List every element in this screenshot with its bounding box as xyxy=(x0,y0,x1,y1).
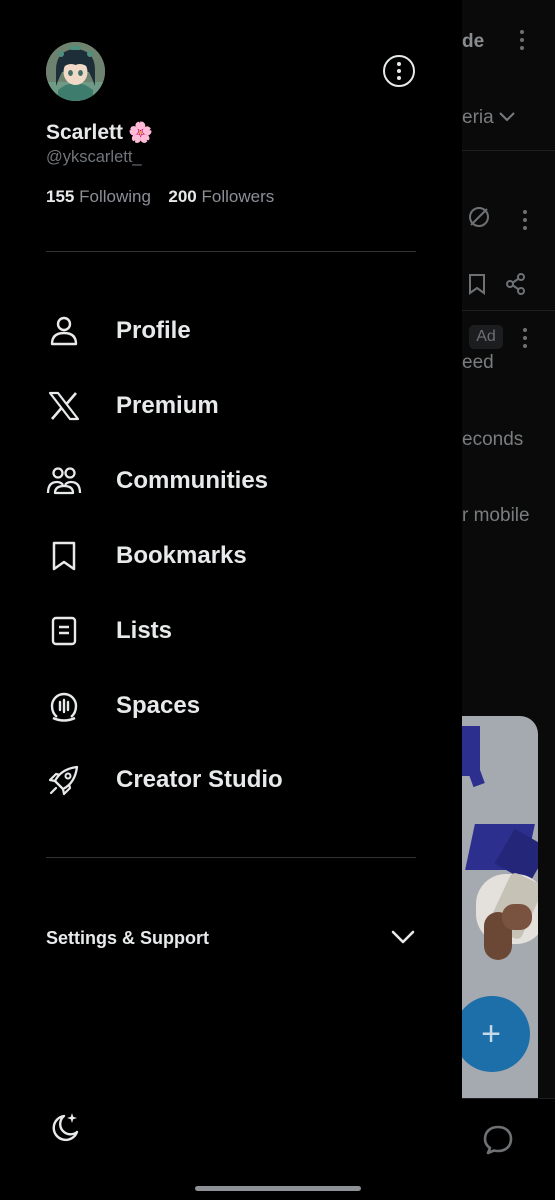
home-indicator[interactable] xyxy=(195,1186,361,1191)
account-options-icon[interactable] xyxy=(383,55,415,87)
rocket-icon xyxy=(46,762,82,798)
compose-button[interactable]: + xyxy=(454,996,532,1072)
avatar-image xyxy=(46,42,105,101)
menu-label-communities: Communities xyxy=(116,467,269,494)
following-label: Following xyxy=(79,187,151,206)
settings-support-label: Settings & Support xyxy=(46,927,209,948)
ad-badge: Ad xyxy=(469,325,503,349)
feed-overflow-icon xyxy=(519,30,525,54)
menu-item-premium[interactable]: Premium xyxy=(46,381,416,431)
feed-bottom-bar xyxy=(462,1098,555,1200)
menu-item-profile[interactable]: Profile xyxy=(46,306,416,356)
feed-line-3: r mobile xyxy=(462,505,530,526)
messages-icon[interactable] xyxy=(481,1123,515,1157)
feed-line-1: eed xyxy=(462,352,494,373)
x-logo-icon xyxy=(46,388,82,424)
following-link[interactable]: 155 Following xyxy=(46,187,156,206)
menu-label-creator-studio: Creator Studio xyxy=(116,766,283,793)
avatar[interactable] xyxy=(46,42,105,101)
followers-count: 200 xyxy=(168,187,197,206)
chevron-down-icon xyxy=(391,930,415,944)
followers-label: Followers xyxy=(201,187,275,206)
feed-line-2: econds xyxy=(462,429,524,450)
followers-link[interactable]: 200 Followers xyxy=(168,187,274,206)
menu-label-lists: Lists xyxy=(116,617,173,644)
menu-label-premium: Premium xyxy=(116,392,219,419)
feed-ad-overflow-icon xyxy=(522,328,528,352)
navigation-drawer: Scarlett 🌸 @ykscarlett_ 155 Following 20… xyxy=(0,0,462,1200)
following-count: 155 xyxy=(46,187,75,206)
menu-label-bookmarks: Bookmarks xyxy=(116,542,247,569)
feed-hide-icon xyxy=(469,207,489,227)
menu-label-profile: Profile xyxy=(116,317,191,344)
menu-item-creator-studio[interactable]: Creator Studio xyxy=(46,755,416,805)
list-icon xyxy=(46,613,82,649)
feed-chevron-down-icon xyxy=(499,112,515,122)
feed-dropdown-text: eria xyxy=(462,107,494,128)
divider-top xyxy=(46,251,416,252)
menu-item-lists[interactable]: Lists xyxy=(46,606,416,656)
feed-top-text: de xyxy=(462,31,485,52)
follow-stats: 155 Following 200 Followers xyxy=(46,187,274,207)
communities-icon xyxy=(46,463,82,499)
feed-post-overflow-icon xyxy=(522,210,528,234)
display-name-text: Scarlett xyxy=(46,120,124,144)
menu-item-bookmarks[interactable]: Bookmarks xyxy=(46,531,416,581)
cherry-blossom-emoji: 🌸 xyxy=(128,122,153,144)
display-name[interactable]: Scarlett 🌸 xyxy=(46,120,153,145)
plus-icon: + xyxy=(481,1015,501,1053)
bookmark-icon xyxy=(46,538,82,574)
spaces-icon xyxy=(46,688,82,724)
person-icon xyxy=(46,313,82,349)
moon-icon[interactable] xyxy=(46,1110,82,1146)
user-handle: @ykscarlett_ xyxy=(46,148,142,166)
menu-item-communities[interactable]: Communities xyxy=(46,456,416,506)
menu-item-spaces[interactable]: Spaces xyxy=(46,681,416,731)
divider-bottom xyxy=(46,857,416,858)
menu-label-spaces: Spaces xyxy=(116,692,201,719)
settings-support-toggle[interactable]: Settings & Support xyxy=(46,918,416,958)
feed-share-icon xyxy=(506,273,525,295)
feed-bookmark-icon xyxy=(469,274,485,295)
